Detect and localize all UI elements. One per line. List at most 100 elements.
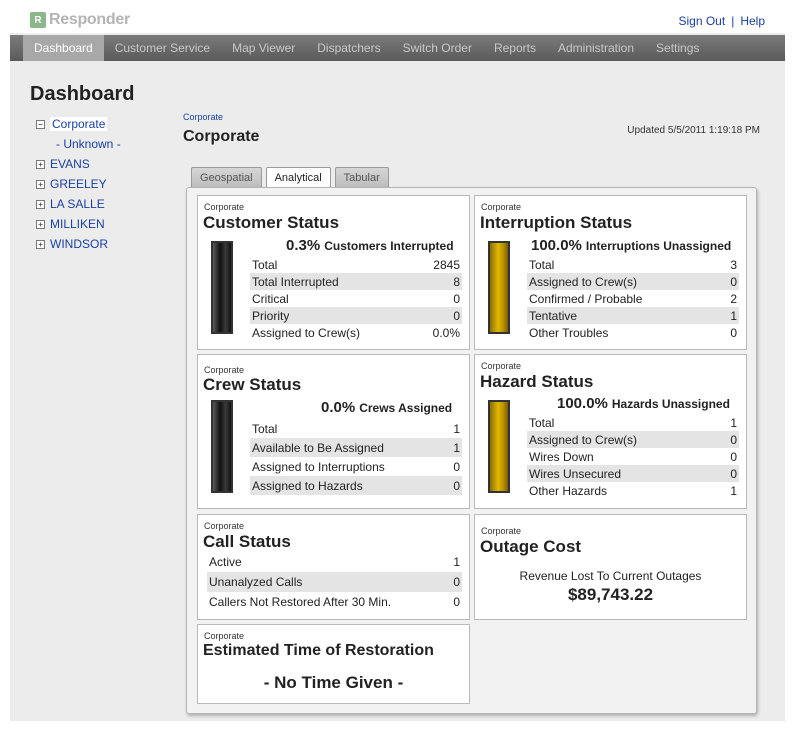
sign-out-link[interactable]: Sign Out — [678, 14, 725, 28]
nav-dashboard[interactable]: Dashboard — [23, 35, 104, 61]
expand-icon[interactable]: + — [36, 159, 45, 169]
card-region: Corporate — [204, 521, 245, 531]
card-title: Outage Cost — [480, 537, 582, 556]
stat-value: 0 — [730, 274, 737, 289]
stat-row: Assigned to Interruptions 0 — [250, 457, 462, 476]
percent-value: 100.0% — [557, 395, 608, 412]
tree-item-la-salle[interactable]: + LA SALLE — [36, 194, 121, 214]
tree-item-unknown[interactable]: - Unknown - — [36, 134, 121, 154]
nav-switch-order[interactable]: Switch Order — [392, 35, 483, 61]
card-region: Corporate — [481, 202, 522, 212]
nav-dispatchers[interactable]: Dispatchers — [306, 35, 391, 61]
nav-settings[interactable]: Settings — [645, 35, 710, 61]
tree-item-milliken[interactable]: + MILLIKEN — [36, 214, 121, 234]
stat-row: Total 2845 — [250, 256, 462, 273]
card-title: Crew Status — [203, 375, 302, 394]
stat-label: Wires Down — [529, 449, 594, 464]
interruption-status-card: Corporate Interruption Status 100.0% Inte… — [474, 195, 747, 350]
stat-label: Assigned to Crew(s) — [529, 432, 638, 447]
stat-label: Total Interrupted — [252, 274, 339, 289]
card-region: Corporate — [204, 202, 245, 212]
stat-value: 0 — [453, 478, 460, 493]
tree-item-windsor[interactable]: + WINDSOR — [36, 234, 121, 254]
card-region: Corporate — [481, 526, 522, 536]
customer-status-card: Corporate Customer Status 0.3% Customers … — [197, 195, 470, 350]
stat-value: 1 — [453, 440, 460, 455]
stat-value: 1 — [730, 308, 737, 323]
stat-label: Assigned to Crew(s) — [529, 274, 638, 289]
stat-label: Total — [252, 257, 278, 272]
tree-item-corporate[interactable]: − Corporate — [36, 114, 121, 134]
crew-status-percent: 0.0% Crews Assigned — [321, 399, 452, 416]
tab-geospatial[interactable]: Geospatial — [191, 167, 262, 187]
card-title: Call Status — [203, 532, 291, 551]
outage-cost-card: Corporate Outage Cost Revenue Lost To Cu… — [474, 514, 747, 620]
collapse-icon[interactable]: − — [36, 119, 45, 129]
tree-item-label: LA SALLE — [50, 197, 105, 211]
analytical-panel: Corporate Customer Status 0.3% Customers … — [186, 187, 757, 714]
tree-item-label: Corporate — [50, 117, 108, 131]
nav-administration[interactable]: Administration — [547, 35, 645, 61]
stat-label: Available to Be Assigned — [252, 440, 384, 455]
tree-item-evans[interactable]: + EVANS — [36, 154, 121, 174]
tree-item-greeley[interactable]: + GREELEY — [36, 174, 121, 194]
customer-status-percent: 0.3% Customers Interrupted — [286, 237, 454, 254]
nav-map-viewer[interactable]: Map Viewer — [221, 35, 306, 61]
nav-customer-service[interactable]: Customer Service — [104, 35, 221, 61]
stat-value: 0 — [453, 459, 460, 474]
expand-icon[interactable]: + — [36, 219, 45, 229]
stat-value: 0 — [453, 291, 460, 306]
stat-value: 0 — [453, 575, 460, 589]
nav-reports[interactable]: Reports — [483, 35, 547, 61]
stat-row: Total 1 — [250, 419, 462, 438]
stat-label: Other Troubles — [529, 325, 609, 340]
card-region: Corporate — [204, 365, 245, 375]
expand-icon[interactable]: + — [36, 179, 45, 189]
stat-label: Total — [252, 421, 278, 436]
percent-label: Interruptions Unassigned — [585, 239, 732, 253]
link-separator: | — [731, 14, 735, 28]
stat-label: Total — [529, 415, 555, 430]
breadcrumb[interactable]: Corporate — [183, 112, 223, 122]
percent-value: 100.0% — [531, 237, 582, 254]
expand-icon[interactable]: + — [36, 239, 45, 249]
stat-label: Callers Not Restored After 30 Min. — [209, 595, 392, 609]
hazard-status-rows: Total 1 Assigned to Crew(s) 0 Wires Down 0 … — [527, 414, 739, 499]
stat-row: Critical 0 — [250, 290, 462, 307]
interruption-status-rows: Total 3 Assigned to Crew(s) 0 Confirmed / … — [527, 256, 739, 341]
stat-label: Assigned to Hazards — [252, 478, 363, 493]
stat-value: 0 — [453, 595, 460, 609]
tree-item-label: WINDSOR — [50, 237, 108, 251]
outage-cost-value: $89,743.22 — [567, 585, 654, 604]
tab-tabular[interactable]: Tabular — [334, 167, 389, 187]
stat-value: 0 — [730, 432, 737, 447]
stat-label: Tentative — [529, 308, 578, 323]
tab-analytical[interactable]: Analytical — [265, 167, 331, 188]
logo-icon: R — [30, 12, 46, 28]
stat-value: 8 — [453, 274, 460, 289]
stat-label: Wires Unsecured — [529, 466, 622, 481]
percent-label: Crews Assigned — [359, 401, 453, 415]
help-link[interactable]: Help — [740, 14, 765, 28]
stat-value: 0 — [730, 325, 737, 340]
stat-value: 3 — [730, 257, 737, 272]
expand-icon[interactable]: + — [36, 199, 45, 209]
hazard-status-gauge — [488, 400, 510, 493]
stat-label: Critical — [252, 291, 289, 306]
view-tabs: Geospatial Analytical Tabular — [191, 167, 389, 188]
stat-value: 0 — [730, 449, 737, 464]
stat-label: Priority — [252, 308, 290, 323]
stat-value: 0 — [730, 466, 737, 481]
page-title: Dashboard — [30, 83, 135, 105]
stat-label: Confirmed / Probable — [529, 291, 643, 306]
stat-label: Other Hazards — [529, 483, 608, 498]
tree-item-label: MILLIKEN — [50, 217, 105, 231]
tree-item-label: - Unknown - — [56, 137, 121, 151]
top-bar: R Responder Sign Out | Help — [10, 9, 785, 33]
stat-row: Unanalyzed Calls 0 — [207, 572, 462, 592]
top-links: Sign Out | Help — [678, 14, 765, 28]
stat-row: Assigned to Hazards 0 — [250, 476, 462, 495]
stat-value: 0.0% — [432, 325, 460, 340]
card-title: Interruption Status — [480, 213, 633, 232]
stat-label: Assigned to Interruptions — [252, 459, 385, 474]
